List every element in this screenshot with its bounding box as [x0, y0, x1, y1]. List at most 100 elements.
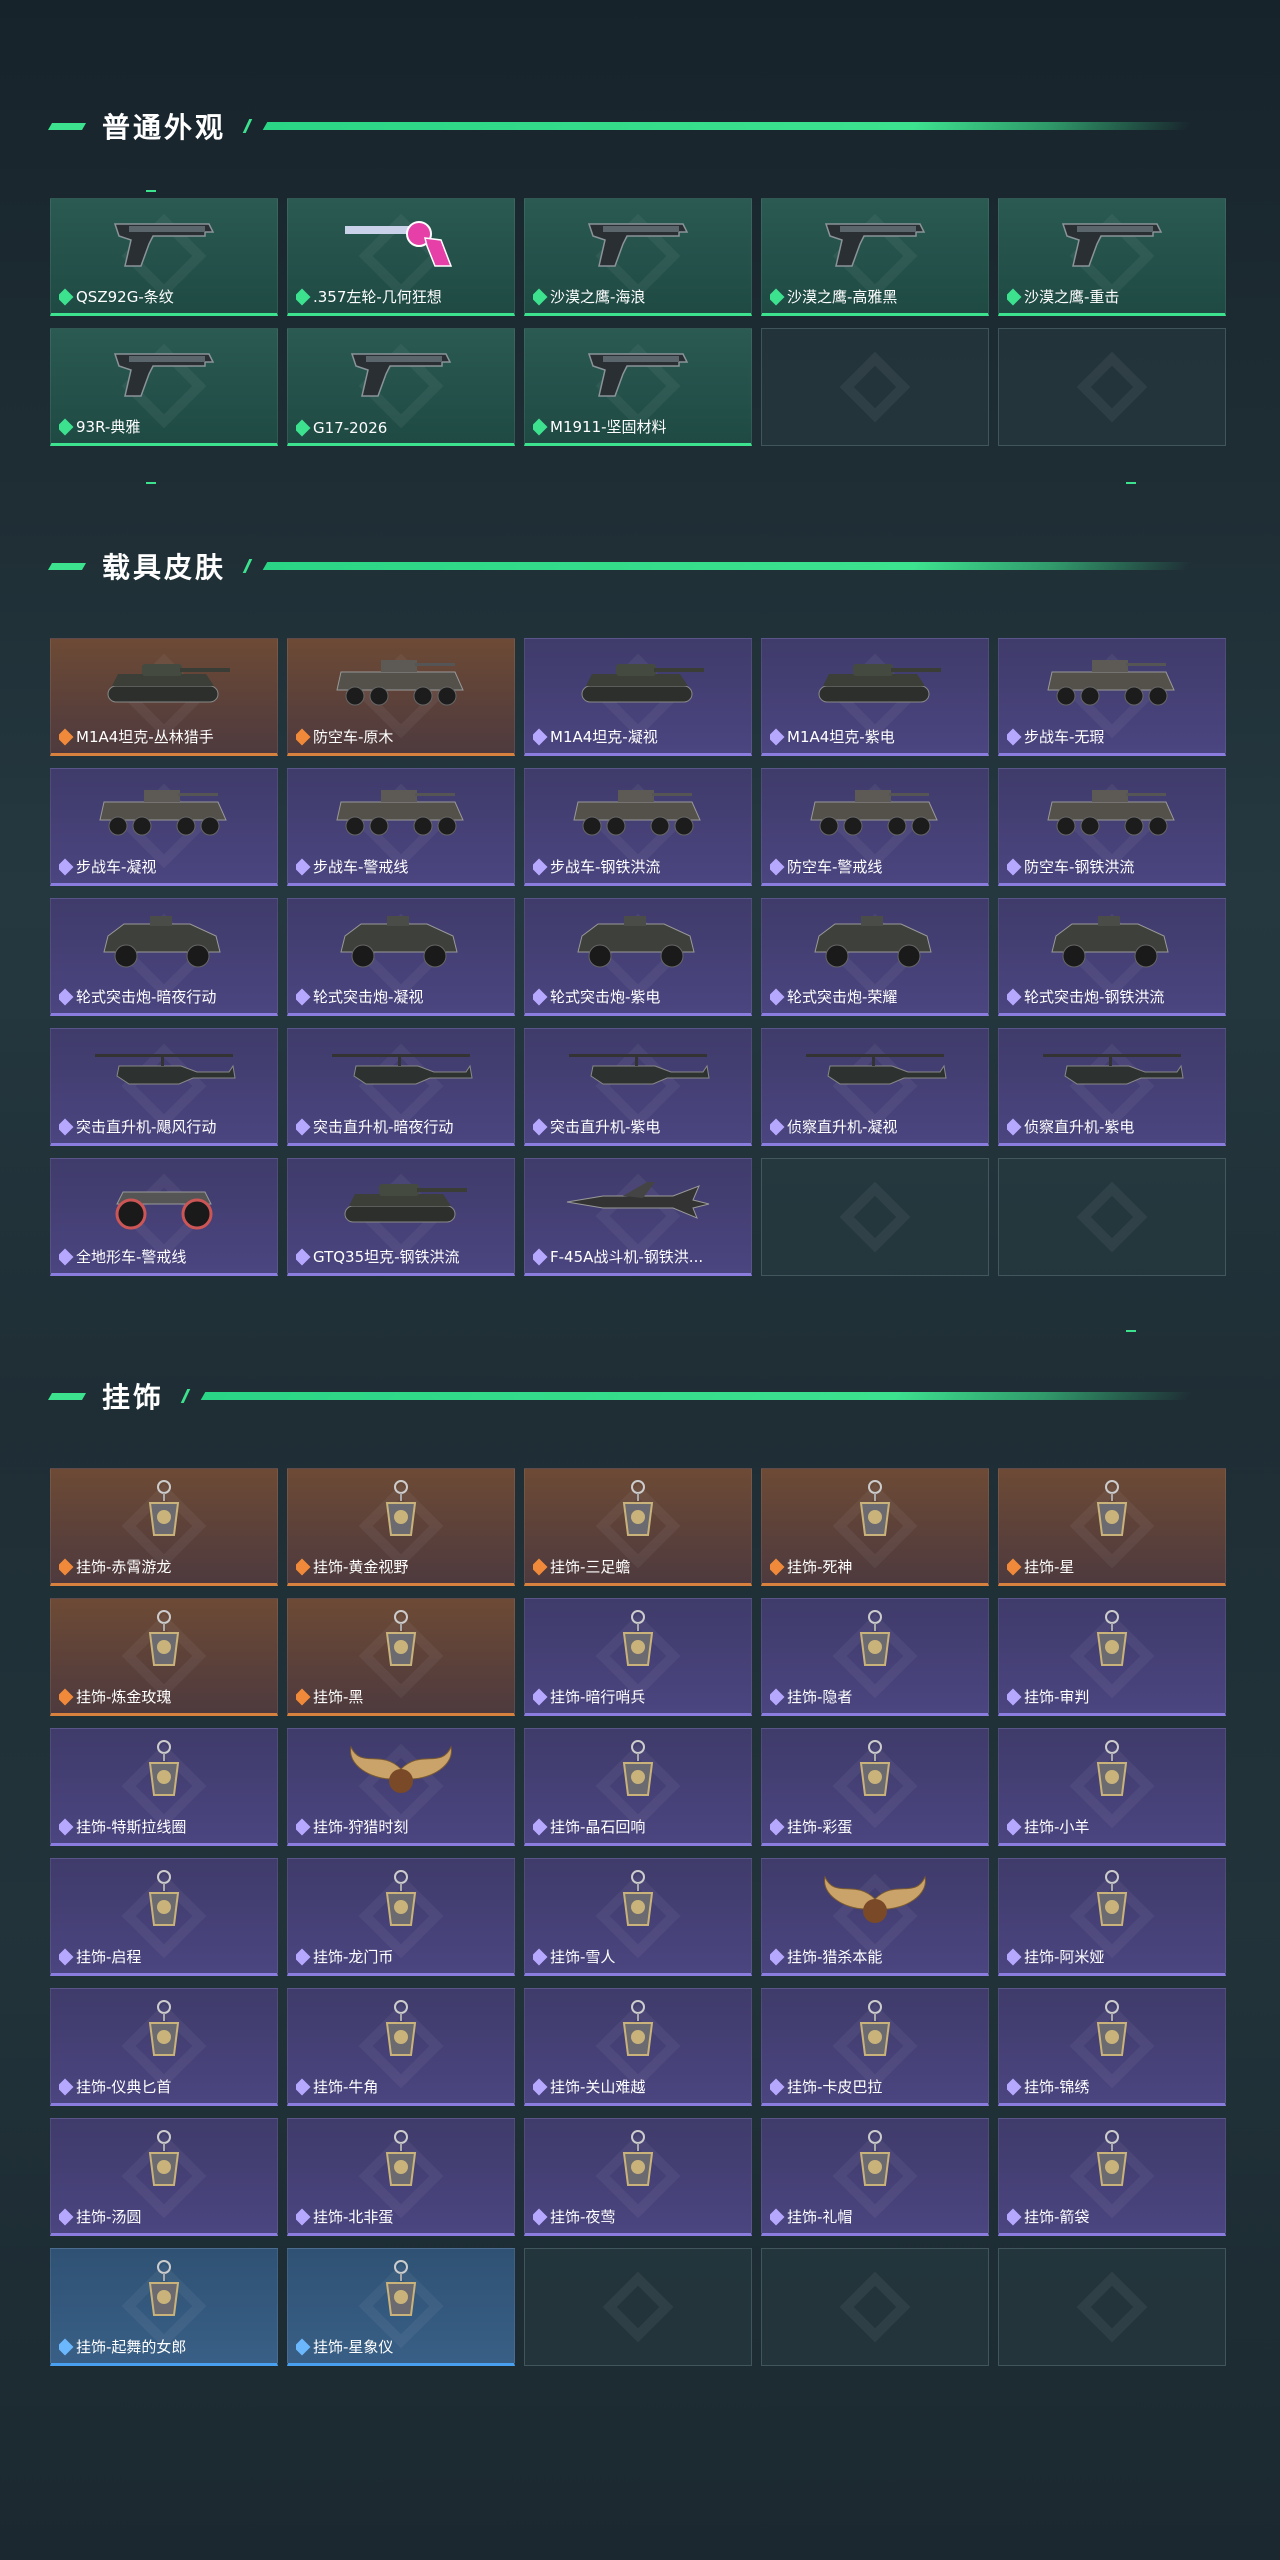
- item-label-row: 挂饰-锦绣: [1007, 2076, 1089, 2097]
- rarity-diamond-icon: [533, 858, 548, 875]
- item-card[interactable]: 挂饰-星: [998, 1468, 1226, 1586]
- item-label: M1911-坚固材料: [550, 418, 667, 436]
- item-card[interactable]: 挂饰-礼帽: [761, 2118, 989, 2236]
- item-label-row: 挂饰-审判: [1007, 1686, 1089, 1707]
- rarity-diamond-icon: [59, 2078, 74, 2095]
- item-label-row: 防空车-原木: [296, 726, 393, 747]
- item-card[interactable]: 挂饰-阿米娅: [998, 1858, 1226, 1976]
- item-label: 全地形车-警戒线: [76, 1248, 187, 1266]
- item-card[interactable]: GTQ35坦克-钢铁洪流: [287, 1158, 515, 1276]
- item-card[interactable]: 突击直升机-暗夜行动: [287, 1028, 515, 1146]
- item-card[interactable]: 轮式突击炮-凝视: [287, 898, 515, 1016]
- item-card[interactable]: 挂饰-黑: [287, 1598, 515, 1716]
- item-label: 挂饰-赤霄游龙: [76, 1558, 172, 1576]
- item-card[interactable]: 挂饰-暗行哨兵: [524, 1598, 752, 1716]
- item-label-row: 挂饰-关山难越: [533, 2076, 645, 2097]
- item-card[interactable]: 挂饰-牛角: [287, 1988, 515, 2106]
- item-card[interactable]: M1911-坚固材料: [524, 328, 752, 446]
- empty-slot: [761, 2248, 989, 2366]
- item-card[interactable]: 挂饰-雪人: [524, 1858, 752, 1976]
- item-card[interactable]: 挂饰-起舞的女郎: [50, 2248, 278, 2366]
- decor-tick: [146, 190, 156, 192]
- item-card[interactable]: 侦察直升机-紫电: [998, 1028, 1226, 1146]
- item-label-row: 轮式突击炮-荣耀: [770, 986, 897, 1007]
- item-card[interactable]: M1A4坦克-凝视: [524, 638, 752, 756]
- item-card[interactable]: 挂饰-关山难越: [524, 1988, 752, 2106]
- item-card[interactable]: 挂饰-汤圆: [50, 2118, 278, 2236]
- item-label-row: 挂饰-特斯拉线圈: [59, 1816, 186, 1837]
- charms-grid: 挂饰-赤霄游龙 挂饰-黄金视野 挂饰-三足蟾 挂饰-死神 挂饰-星挂饰-炼金玫瑰 挂饰-黑…: [50, 1468, 1230, 2366]
- item-card[interactable]: 挂饰-审判: [998, 1598, 1226, 1716]
- item-card[interactable]: 沙漠之鹰-海浪: [524, 198, 752, 316]
- item-card[interactable]: 挂饰-彩蛋: [761, 1728, 989, 1846]
- item-label-row: 沙漠之鹰-重击: [1007, 286, 1119, 307]
- item-card[interactable]: 挂饰-龙门币: [287, 1858, 515, 1976]
- item-card[interactable]: M1A4坦克-紫电: [761, 638, 989, 756]
- item-label: G17-2026: [313, 419, 388, 437]
- item-card[interactable]: 挂饰-猎杀本能: [761, 1858, 989, 1976]
- atv-icon: [89, 1171, 239, 1233]
- item-card[interactable]: 挂饰-三足蟾: [524, 1468, 752, 1586]
- item-card[interactable]: 全地形车-警戒线: [50, 1158, 278, 1276]
- item-card[interactable]: 轮式突击炮-暗夜行动: [50, 898, 278, 1016]
- item-card[interactable]: 挂饰-星象仪: [287, 2248, 515, 2366]
- item-label: 轮式突击炮-钢铁洪流: [1024, 988, 1165, 1006]
- item-card[interactable]: 挂饰-卡皮巴拉: [761, 1988, 989, 2106]
- charm-icon: [1037, 2000, 1187, 2063]
- item-label: 沙漠之鹰-重击: [1024, 288, 1120, 306]
- item-card[interactable]: 挂饰-锦绣: [998, 1988, 1226, 2106]
- header-slash: [242, 559, 253, 573]
- decor-tick: [1126, 1330, 1136, 1332]
- item-card[interactable]: 轮式突击炮-荣耀: [761, 898, 989, 1016]
- item-card[interactable]: QSZ92G-条纹: [50, 198, 278, 316]
- item-card[interactable]: 挂饰-隐者: [761, 1598, 989, 1716]
- item-card[interactable]: 挂饰-北非蛋: [287, 2118, 515, 2236]
- item-label: 防空车-原木: [313, 728, 394, 746]
- item-card[interactable]: 防空车-警戒线: [761, 768, 989, 886]
- item-card[interactable]: 侦察直升机-凝视: [761, 1028, 989, 1146]
- item-card[interactable]: 轮式突击炮-紫电: [524, 898, 752, 1016]
- armored-car-icon: [563, 911, 713, 973]
- item-card[interactable]: 挂饰-仪典匕首: [50, 1988, 278, 2106]
- item-card[interactable]: 步战车-钢铁洪流: [524, 768, 752, 886]
- item-card[interactable]: 挂饰-死神: [761, 1468, 989, 1586]
- item-card[interactable]: 沙漠之鹰-高雅黑: [761, 198, 989, 316]
- item-label-row: 挂饰-箭袋: [1007, 2206, 1089, 2227]
- item-card[interactable]: 步战车-警戒线: [287, 768, 515, 886]
- item-card[interactable]: 挂饰-炼金玫瑰: [50, 1598, 278, 1716]
- rarity-diamond-icon: [533, 1118, 548, 1135]
- item-card[interactable]: 沙漠之鹰-重击: [998, 198, 1226, 316]
- item-card[interactable]: 挂饰-夜莺: [524, 2118, 752, 2236]
- item-card[interactable]: 突击直升机-紫电: [524, 1028, 752, 1146]
- empty-slot: [998, 328, 1226, 446]
- item-card[interactable]: .357左轮-几何狂想: [287, 198, 515, 316]
- item-card[interactable]: 挂饰-黄金视野: [287, 1468, 515, 1586]
- item-card[interactable]: F-45A战斗机-钢铁洪...: [524, 1158, 752, 1276]
- item-card[interactable]: G17-2026: [287, 328, 515, 446]
- item-card[interactable]: 挂饰-狩猎时刻: [287, 1728, 515, 1846]
- item-label-row: 突击直升机-紫电: [533, 1116, 660, 1137]
- item-card[interactable]: 挂饰-小羊: [998, 1728, 1226, 1846]
- item-card[interactable]: M1A4坦克-丛林猎手: [50, 638, 278, 756]
- item-card[interactable]: 防空车-钢铁洪流: [998, 768, 1226, 886]
- item-card[interactable]: 挂饰-赤霄游龙: [50, 1468, 278, 1586]
- rarity-diamond-icon: [296, 1118, 311, 1135]
- item-label: M1A4坦克-紫电: [787, 728, 895, 746]
- item-card[interactable]: 挂饰-晶石回响: [524, 1728, 752, 1846]
- item-card[interactable]: 挂饰-箭袋: [998, 2118, 1226, 2236]
- item-card[interactable]: 93R-典雅: [50, 328, 278, 446]
- charm-icon: [89, 1740, 239, 1803]
- charm-icon: [1037, 1610, 1187, 1673]
- item-label: 步战车-警戒线: [313, 858, 409, 876]
- item-card[interactable]: 突击直升机-飓风行动: [50, 1028, 278, 1146]
- item-card[interactable]: 步战车-无瑕: [998, 638, 1226, 756]
- item-card[interactable]: 步战车-凝视: [50, 768, 278, 886]
- item-label: 挂饰-北非蛋: [313, 2208, 394, 2226]
- item-card[interactable]: 挂饰-特斯拉线圈: [50, 1728, 278, 1846]
- apc-icon: [800, 781, 950, 843]
- item-card[interactable]: 轮式突击炮-钢铁洪流: [998, 898, 1226, 1016]
- item-label: .357左轮-几何狂想: [313, 288, 442, 306]
- rarity-diamond-icon: [1007, 1118, 1022, 1135]
- item-card[interactable]: 防空车-原木: [287, 638, 515, 756]
- item-card[interactable]: 挂饰-启程: [50, 1858, 278, 1976]
